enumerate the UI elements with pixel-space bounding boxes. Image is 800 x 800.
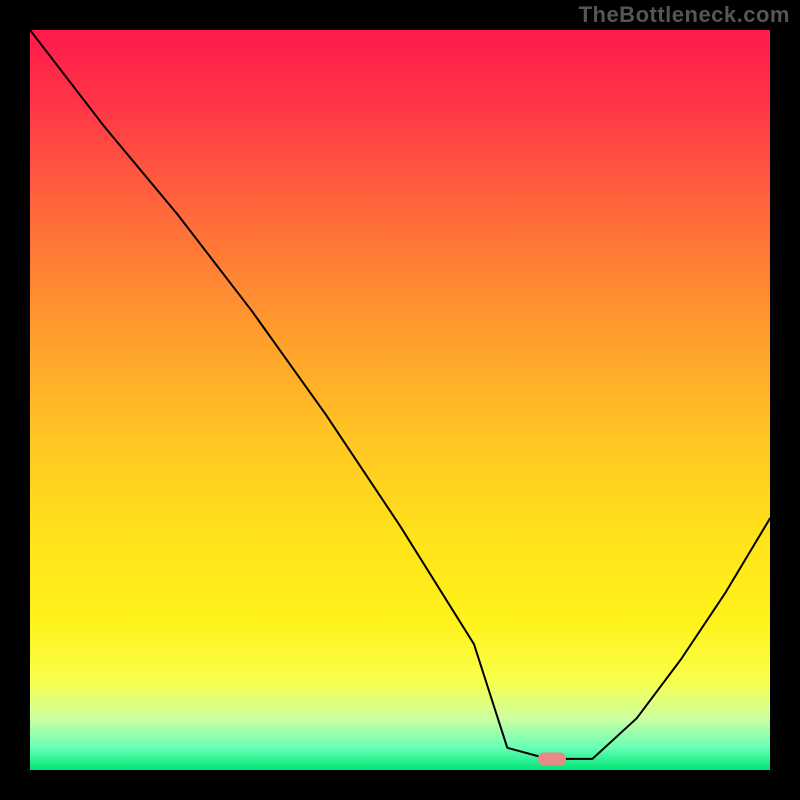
chart-container: TheBottleneck.com: [0, 0, 800, 800]
gradient-background: [30, 30, 770, 770]
watermark-text: TheBottleneck.com: [579, 2, 790, 28]
bottleneck-chart: [30, 30, 770, 770]
plot-area: [30, 30, 770, 770]
optimal-marker: [538, 752, 566, 765]
